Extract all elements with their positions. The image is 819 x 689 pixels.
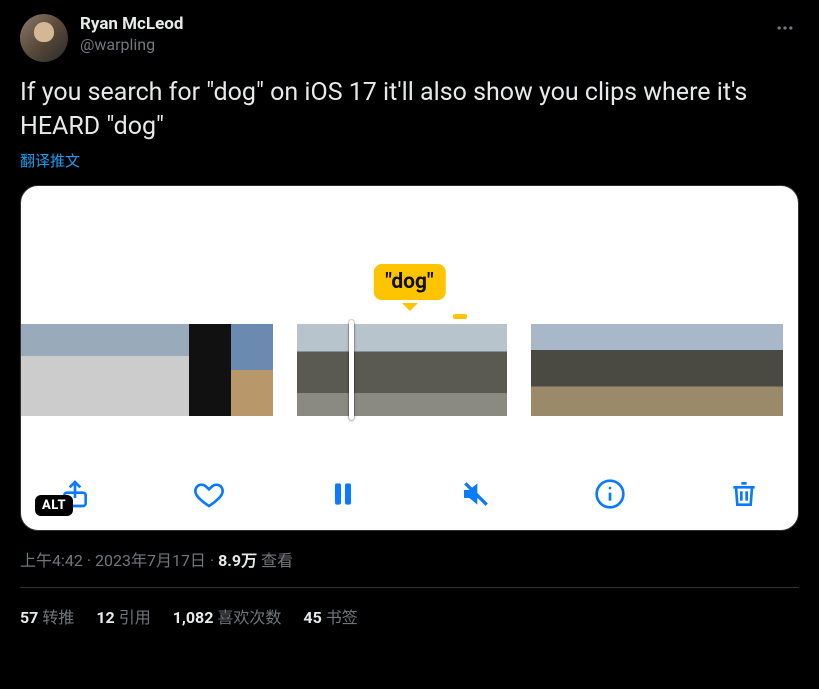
heart-icon	[193, 478, 225, 510]
likes-stat[interactable]: 1,082喜欢次数	[173, 604, 282, 628]
media-card[interactable]: "dog"	[20, 185, 799, 531]
display-name[interactable]: Ryan McLeod	[80, 14, 183, 35]
like-button[interactable]	[191, 476, 227, 512]
translate-link[interactable]: 翻译推文	[20, 150, 799, 171]
video-timeline[interactable]	[21, 324, 798, 416]
pause-button[interactable]	[325, 476, 361, 512]
handle[interactable]: @warpling	[80, 35, 183, 55]
info-button[interactable]	[592, 476, 628, 512]
playhead[interactable]	[349, 320, 354, 420]
clip-2[interactable]	[297, 324, 507, 416]
avatar[interactable]	[20, 14, 68, 62]
info-icon	[594, 478, 626, 510]
user-block: Ryan McLeod @warpling	[80, 14, 183, 55]
bookmarks-stat[interactable]: 45书签	[303, 604, 357, 628]
mute-button[interactable]	[458, 476, 494, 512]
retweets-stat[interactable]: 57转推	[20, 604, 74, 628]
media-toolbar	[21, 476, 798, 512]
views-count[interactable]: 8.9万	[218, 551, 257, 570]
delete-button[interactable]	[726, 476, 762, 512]
trash-icon	[728, 478, 760, 510]
alt-badge[interactable]: ALT	[35, 495, 73, 516]
speaker-muted-icon	[460, 478, 492, 510]
views-label: 查看	[257, 551, 293, 570]
meta-time[interactable]: 上午4:42	[20, 551, 83, 570]
search-bubble: "dog"	[373, 264, 445, 300]
timeline-marker	[453, 314, 467, 319]
tweet-container: Ryan McLeod @warpling If you search for …	[0, 0, 819, 628]
tweet-text: If you search for "dog" on iOS 17 it'll …	[20, 76, 799, 144]
pause-icon	[327, 478, 359, 510]
stats-row: 57转推 12引用 1,082喜欢次数 45书签	[20, 588, 799, 628]
more-icon	[775, 18, 795, 38]
clip-1[interactable]	[21, 324, 273, 416]
meta-date[interactable]: 2023年7月17日	[95, 551, 206, 570]
quotes-stat[interactable]: 12引用	[96, 604, 150, 628]
tweet-header: Ryan McLeod @warpling	[20, 14, 799, 62]
search-bubble-pointer	[402, 303, 418, 311]
tweet-meta: 上午4:42 · 2023年7月17日 · 8.9万 查看	[20, 547, 799, 571]
clip-3[interactable]	[531, 324, 783, 416]
more-button[interactable]	[771, 14, 799, 47]
